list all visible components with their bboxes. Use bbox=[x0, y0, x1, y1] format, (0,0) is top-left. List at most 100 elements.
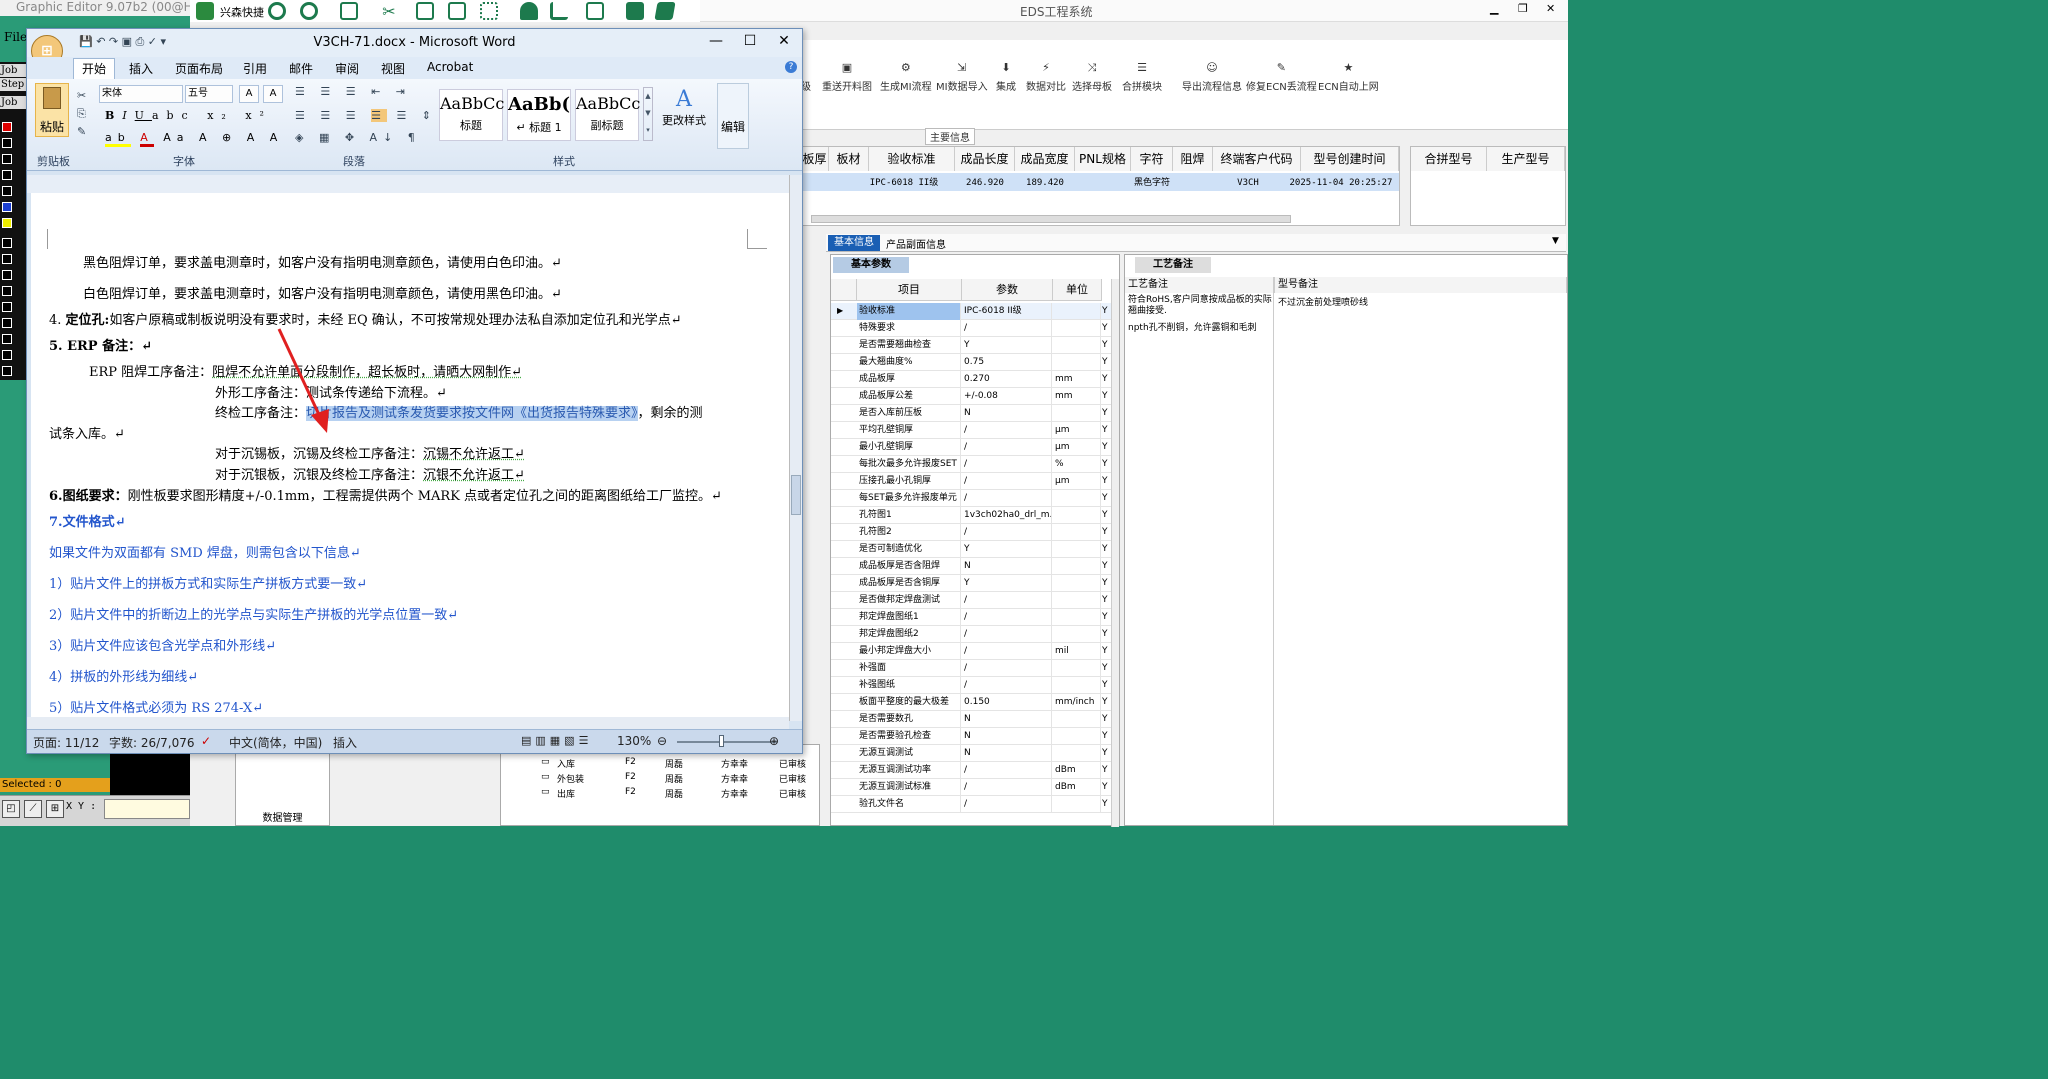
layer-swatch[interactable] bbox=[2, 302, 12, 312]
param-value[interactable]: N bbox=[962, 405, 1052, 422]
param-value[interactable]: / bbox=[962, 490, 1052, 507]
layer-swatch[interactable] bbox=[2, 138, 12, 148]
grid-header[interactable]: 阻焊 bbox=[1173, 147, 1213, 171]
layer-swatch[interactable] bbox=[2, 254, 12, 264]
param-value[interactable]: 0.75 bbox=[962, 354, 1052, 371]
process-note-text-2[interactable]: npth孔不削铜，允许露铜和毛刺 bbox=[1128, 323, 1273, 334]
format-buttons[interactable]: BIUabc x₂ x² bbox=[105, 109, 272, 122]
style-title[interactable]: AaBbCc 标题 bbox=[439, 89, 504, 141]
data-manage-label[interactable]: 数据管理 bbox=[236, 809, 329, 824]
tab-insert[interactable]: 插入 bbox=[129, 60, 153, 77]
film-icon[interactable] bbox=[416, 2, 434, 20]
layer-swatch[interactable] bbox=[2, 238, 12, 248]
doc-heading[interactable]: 5. ERP 备注：↵ bbox=[49, 338, 152, 356]
layer-swatch[interactable] bbox=[2, 318, 12, 328]
zoom-slider-thumb[interactable] bbox=[719, 735, 724, 747]
doc-list-item[interactable]: 5）贴片文件格式必须为 RS 274-X↵ bbox=[49, 700, 263, 718]
table-row[interactable]: 成品板厚 0.270 mm Y bbox=[831, 371, 1111, 388]
tab-mailings[interactable]: 邮件 bbox=[289, 60, 313, 77]
param-value[interactable]: Y bbox=[962, 575, 1052, 592]
param-value[interactable]: / bbox=[962, 592, 1052, 609]
list-item[interactable]: ▭ 入库 F2 周磊 方幸幸 已审核 bbox=[501, 755, 819, 770]
note-tab[interactable]: 工艺备注 bbox=[1135, 257, 1211, 273]
ge-file-menu[interactable]: File bbox=[4, 30, 27, 44]
table-row[interactable]: 成品板厚是否含铜厚 Y Y bbox=[831, 575, 1111, 592]
table-row[interactable]: 邦定焊盘图纸2/Y bbox=[831, 626, 1111, 643]
change-styles-button[interactable]: A 更改样式 bbox=[659, 87, 709, 128]
table-row[interactable]: 孔符图1 1v3ch02ha0_drl_m... Y bbox=[831, 507, 1111, 524]
close-button[interactable]: ✕ bbox=[1546, 2, 1555, 15]
layer-swatch[interactable] bbox=[2, 218, 12, 228]
param-value[interactable]: / bbox=[962, 626, 1052, 643]
close-button[interactable]: ✕ bbox=[772, 31, 796, 51]
clear-format-icon[interactable]: A bbox=[263, 85, 283, 103]
lifebuoy-icon[interactable] bbox=[300, 2, 318, 20]
layer-swatch[interactable] bbox=[2, 170, 12, 180]
table-row[interactable]: 是否需要翘曲检查 Y Y bbox=[831, 337, 1111, 354]
chevron-down-icon[interactable]: ▼ bbox=[1552, 236, 1559, 246]
xy-input[interactable] bbox=[104, 799, 190, 819]
layer-swatch[interactable] bbox=[2, 186, 12, 196]
table-row[interactable]: 每SET最多允许报废单元 / Y bbox=[831, 490, 1111, 507]
param-value[interactable]: +/-0.08 bbox=[962, 388, 1052, 405]
word-count[interactable]: 字数: 26/7,076 bbox=[109, 734, 195, 751]
param-value[interactable]: / bbox=[962, 422, 1052, 439]
table-row[interactable]: 是否需要数孔 N Y bbox=[831, 711, 1111, 728]
grid-icon[interactable]: ⊞ bbox=[46, 800, 64, 818]
table-row[interactable]: 特殊要求 / Y bbox=[831, 320, 1111, 337]
grid-header[interactable]: PNL规格 bbox=[1075, 147, 1131, 171]
edit-button[interactable]: 编辑 bbox=[717, 83, 749, 149]
grid-header[interactable]: 字符 bbox=[1131, 147, 1173, 171]
maximize-button[interactable]: ☐ bbox=[738, 31, 762, 51]
doc-paragraph[interactable]: 6.图纸要求：刚性板要求图形精度+/-0.1mm，工程需提供两个 MARK 点或… bbox=[49, 488, 722, 506]
param-value[interactable]: N bbox=[962, 558, 1052, 575]
table-row[interactable]: 压接孔最小孔铜厚 / μm Y bbox=[831, 473, 1111, 490]
table-row[interactable]: 是否做邦定焊盘测试 / Y bbox=[831, 592, 1111, 609]
horizontal-scrollbar[interactable] bbox=[27, 717, 789, 729]
grid-header[interactable]: 板厚 bbox=[801, 147, 829, 171]
table-row[interactable]: 成品板厚公差 +/-0.08 mm Y bbox=[831, 388, 1111, 405]
scroll-thumb[interactable] bbox=[791, 475, 801, 515]
language[interactable]: 中文(简体，中国) bbox=[229, 734, 322, 751]
param-value[interactable]: / bbox=[962, 762, 1052, 779]
doc-list-item[interactable]: 1）贴片文件上的拼板方式和实际生产拼板方式要一致↵ bbox=[49, 576, 367, 594]
tab-references[interactable]: 引用 bbox=[243, 60, 267, 77]
layer-swatch[interactable] bbox=[2, 202, 12, 212]
rb-item[interactable]: ✎ 修复ECN丢流程 bbox=[1246, 62, 1317, 94]
grid-header[interactable]: 终端客户代码 bbox=[1213, 147, 1301, 171]
param-value[interactable]: / bbox=[962, 439, 1052, 456]
doc-paragraph[interactable]: 4. 定位孔:如客户原稿或制板说明没有要求时，未经 EQ 确认，不可按常规处理办… bbox=[49, 312, 682, 330]
param-header-item[interactable]: 项目 bbox=[857, 279, 962, 301]
tab-product-info[interactable]: 产品副面信息 bbox=[886, 236, 946, 251]
table-row[interactable]: 是否入库前压板 N Y bbox=[831, 405, 1111, 422]
insert-mode[interactable]: 插入 bbox=[333, 734, 357, 751]
measure-icon[interactable]: ⟋ bbox=[24, 800, 42, 818]
note-header-model[interactable]: 型号备注 bbox=[1275, 277, 1567, 293]
process-note-text[interactable]: 符合RoHS,客户同意按成品板的实际翘曲接受. bbox=[1128, 295, 1273, 317]
table-row[interactable]: 最小孔壁铜厚 / μm Y bbox=[831, 439, 1111, 456]
list-item[interactable]: ▭ 出库 F2 周磊 方幸幸 已审核 bbox=[501, 785, 819, 800]
grid-header[interactable]: 合拼型号 bbox=[1411, 147, 1487, 171]
tab-acrobat[interactable]: Acrobat bbox=[427, 60, 473, 74]
param-tab[interactable]: 基本参数 bbox=[833, 257, 909, 273]
param-value[interactable]: 0.270 bbox=[962, 371, 1052, 388]
chart-icon[interactable] bbox=[550, 2, 568, 20]
font-grow-icon[interactable]: A bbox=[239, 85, 259, 103]
table-row[interactable]: 平均孔壁铜厚 / μm Y bbox=[831, 422, 1111, 439]
layer-swatch[interactable] bbox=[2, 350, 12, 360]
layer-swatch[interactable] bbox=[2, 286, 12, 296]
param-value[interactable]: / bbox=[962, 796, 1052, 813]
document-page[interactable]: 黑色阻焊订单，要求盖电测章时，如客户没有指明电测章颜色，请使用白色印油。↵ 白色… bbox=[31, 193, 789, 717]
zoom-in-icon[interactable]: ⊕ bbox=[769, 734, 779, 748]
doc-paragraph[interactable]: 白色阻焊订单，要求盖电测章时，如客户没有指明电测章颜色，请使用黑色印油。↵ bbox=[83, 286, 562, 304]
param-value[interactable]: / bbox=[962, 660, 1052, 677]
param-value[interactable]: Y bbox=[962, 337, 1052, 354]
style-subtitle[interactable]: AaBbCc 副标题 bbox=[575, 89, 640, 141]
grid-header[interactable]: 成品长度 bbox=[955, 147, 1015, 171]
grid-header[interactable]: 验收标准 bbox=[869, 147, 955, 171]
rb-item[interactable]: ⚙ 生成MI流程 bbox=[880, 62, 932, 94]
table-row[interactable]: 无源互调测试 N Y bbox=[831, 745, 1111, 762]
tab-basic-info[interactable]: 基本信息 bbox=[828, 235, 880, 251]
clipboard-tools[interactable]: ✂ ⎘ ✎ bbox=[77, 87, 86, 141]
layer-swatch[interactable] bbox=[2, 270, 12, 280]
